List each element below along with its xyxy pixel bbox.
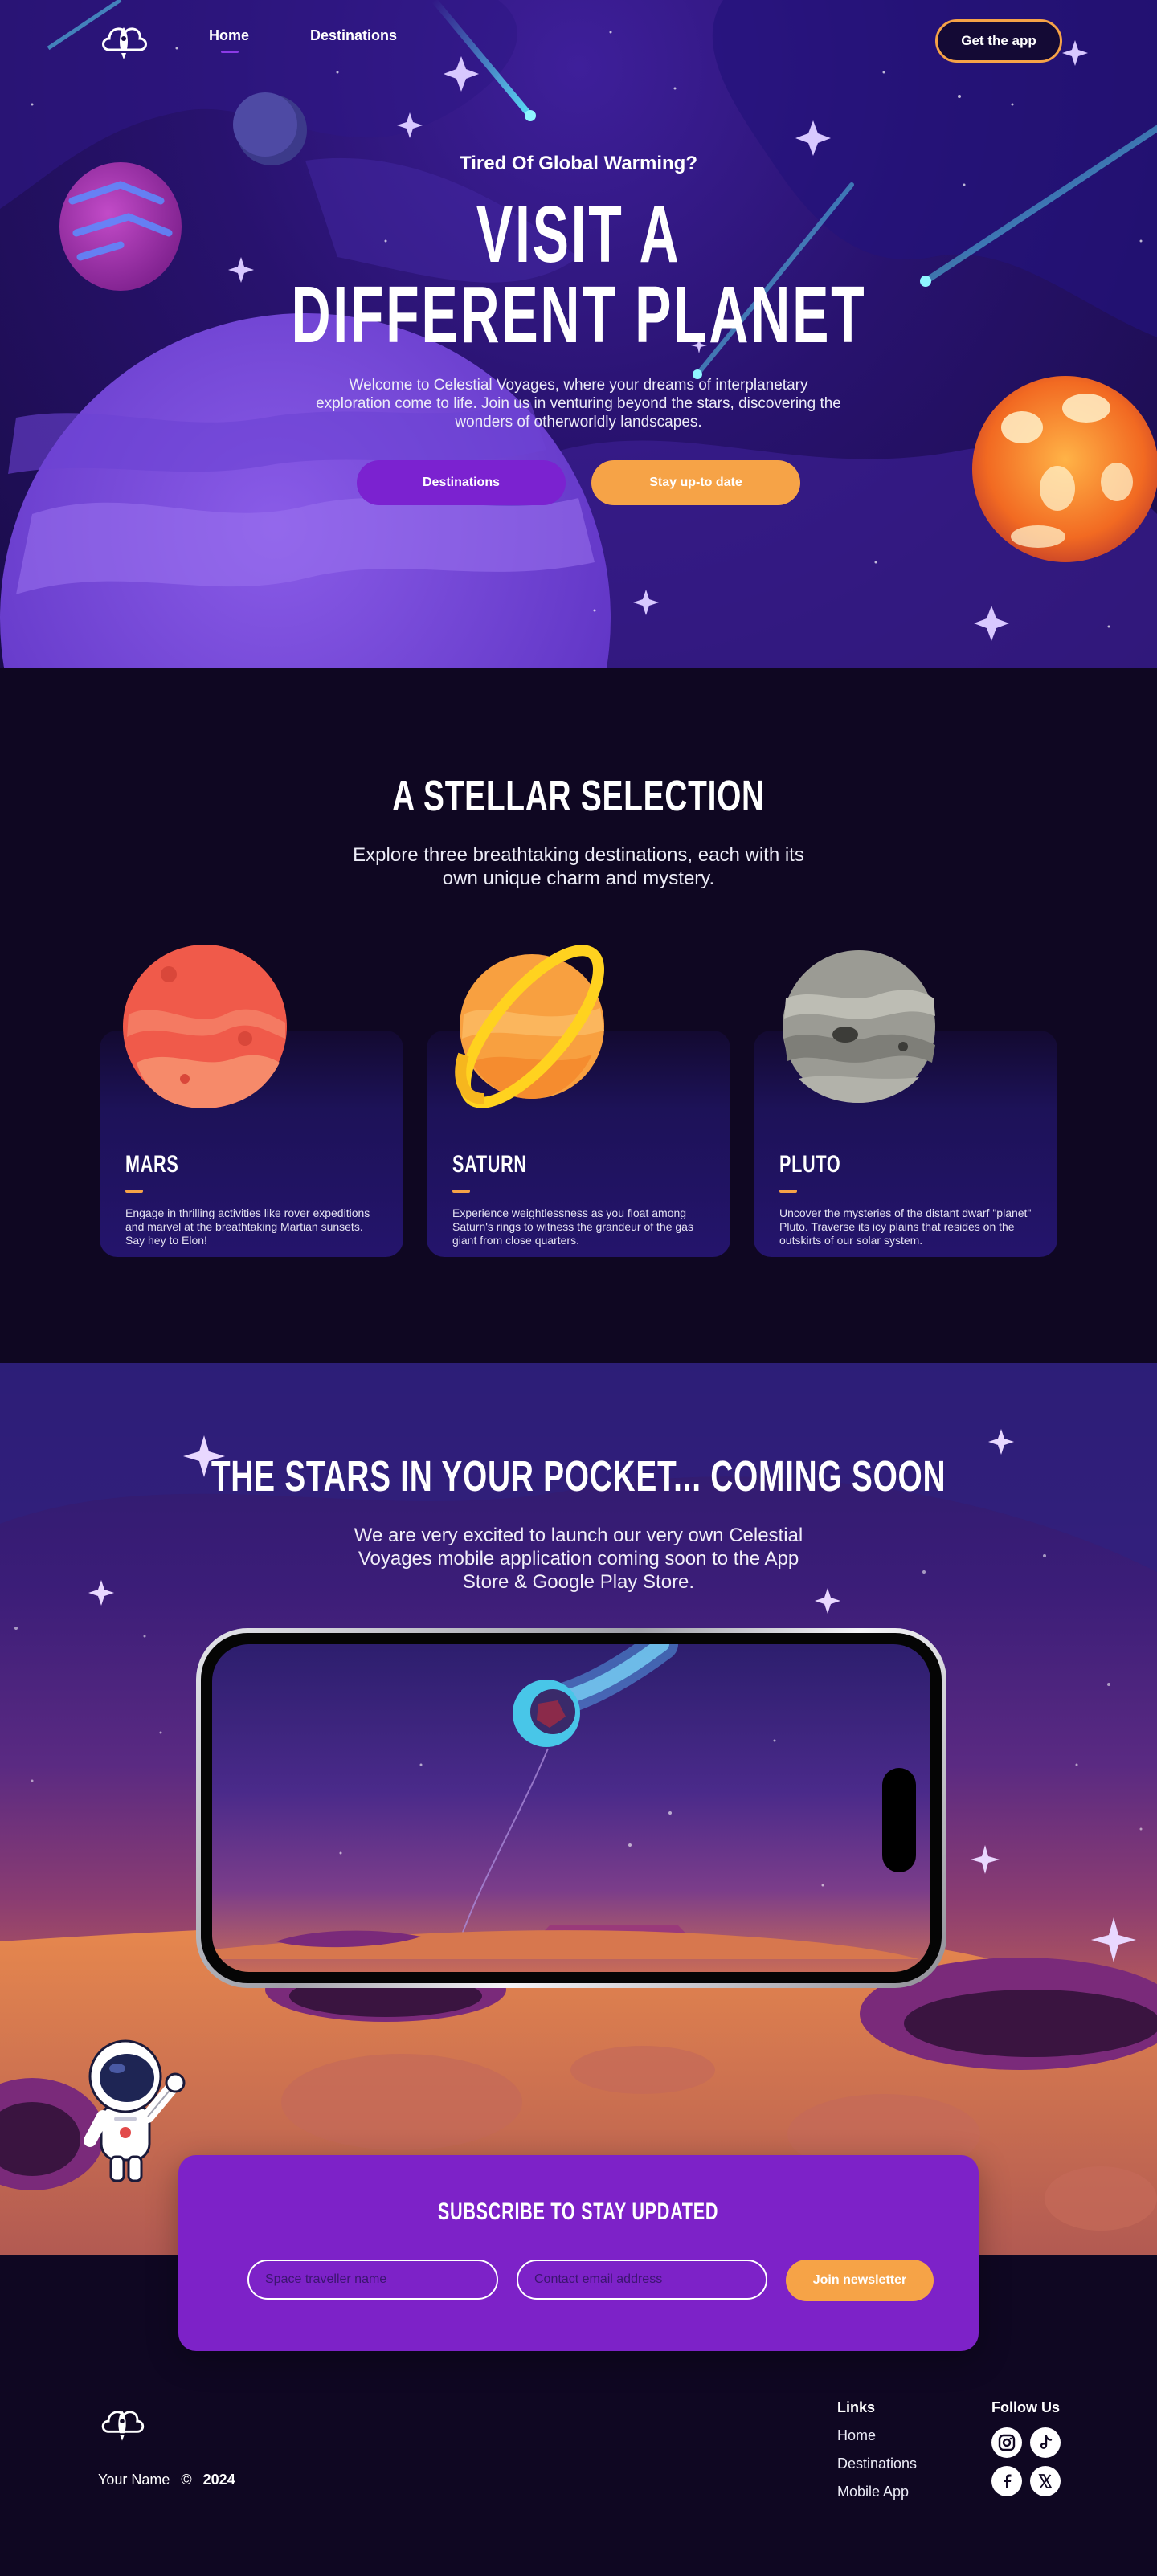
footer-link-mobile-app[interactable]: Mobile App — [837, 2484, 917, 2500]
footer-link-destinations[interactable]: Destinations — [837, 2456, 917, 2472]
saturn-title: SATURN — [452, 1151, 527, 1178]
card-accent-bar — [779, 1190, 797, 1193]
hero-content: Tired Of Global Warming? VISIT A DIFFERE… — [0, 153, 1157, 505]
x-icon[interactable] — [1030, 2466, 1061, 2496]
join-newsletter-button[interactable]: Join newsletter — [786, 2260, 934, 2301]
top-navigation: Home Destinations Get the app — [0, 0, 1157, 74]
selection-title-text: A STELLAR SELECTION — [392, 772, 765, 820]
hero-description: Welcome to Celestial Voyages, where your… — [316, 377, 841, 431]
hero-section: Home Destinations Get the app Tired Of G… — [0, 0, 1157, 668]
destinations-button[interactable]: Destinations — [357, 460, 566, 505]
coming-soon-title: THE STARS IN YOUR POCKET... COMING SOON — [0, 1451, 1157, 1501]
meteor-screen-illustration — [212, 1644, 919, 1959]
card-title: SATURN — [452, 1151, 556, 1178]
email-input[interactable] — [517, 2260, 767, 2300]
hero-title: VISIT A DIFFERENT PLANET — [0, 194, 1157, 355]
newsletter-title-text: SUBSCRIBE TO STAY UPDATED — [438, 2198, 719, 2225]
card-accent-bar — [125, 1190, 143, 1193]
phone-screen — [212, 1644, 930, 1972]
pluto-title: PLUTO — [779, 1151, 841, 1178]
mars-title: MARS — [125, 1151, 179, 1178]
card-accent-bar — [452, 1190, 470, 1193]
links-heading: Links — [837, 2399, 876, 2415]
dynamic-island — [882, 1768, 916, 1872]
selection-subtitle: Explore three breathtaking destinations,… — [0, 843, 1157, 890]
coming-soon-description-text: We are very excited to launch our very o… — [354, 1525, 803, 1593]
selection-title: A STELLAR SELECTION — [0, 771, 1157, 821]
card-title: MARS — [125, 1151, 199, 1178]
rocket-logo-icon[interactable] — [98, 18, 149, 64]
destination-card-mars[interactable]: MARS Engage in thrilling activities like… — [100, 945, 403, 1257]
traveller-name-input[interactable] — [247, 2260, 498, 2300]
facebook-icon[interactable] — [991, 2466, 1022, 2496]
footer-links: Links Home Destinations Mobile App — [837, 2399, 917, 2512]
mobile-app-phone-mockup — [196, 1628, 946, 1988]
coming-soon-section: THE STARS IN YOUR POCKET... COMING SOON … — [0, 1363, 1157, 2255]
footer-link-home[interactable]: Home — [837, 2427, 917, 2444]
card-description: Experience weightlessness as you float a… — [452, 1206, 693, 1247]
footer: SUBSCRIBE TO STAY UPDATED Join newslette… — [0, 2155, 1157, 2576]
hero-eyebrow: Tired Of Global Warming? — [459, 153, 697, 174]
phone-bezel — [201, 1633, 942, 1983]
nav-active-indicator — [221, 51, 239, 53]
copyright-line: Your Name © 2024 — [98, 2472, 235, 2488]
nav-destinations-link[interactable]: Destinations — [310, 27, 397, 44]
destination-card-pluto[interactable]: PLUTO Uncover the mysteries of the dista… — [754, 950, 1057, 1257]
hero-title-line-2: DIFFERENT PLANET — [291, 270, 866, 360]
nav-home-link[interactable]: Home — [209, 27, 249, 44]
card-description: Uncover the mysteries of the distant dwa… — [779, 1206, 1032, 1247]
get-the-app-button[interactable]: Get the app — [935, 19, 1062, 63]
destination-card-saturn[interactable]: SATURN Experience weightlessness as you … — [427, 945, 730, 1257]
coming-soon-description: We are very excited to launch our very o… — [0, 1524, 1157, 1594]
hero-buttons: Destinations Stay up-to date — [0, 460, 1157, 505]
copyright-icon: © — [181, 2472, 192, 2488]
hero-title-line-1: VISIT A — [476, 190, 681, 280]
astronaut-illustration — [84, 2039, 186, 2182]
instagram-icon[interactable] — [991, 2427, 1022, 2458]
card-description: Engage in thrilling activities like rove… — [125, 1206, 370, 1247]
tiktok-icon[interactable] — [1030, 2427, 1061, 2458]
stay-up-to-date-button[interactable]: Stay up-to date — [591, 460, 800, 505]
newsletter-title: SUBSCRIBE TO STAY UPDATED — [178, 2198, 979, 2226]
coming-soon-title-text: THE STARS IN YOUR POCKET... COMING SOON — [211, 1452, 946, 1500]
card-title: PLUTO — [779, 1151, 865, 1178]
social-icons — [991, 2427, 1061, 2496]
newsletter-panel: SUBSCRIBE TO STAY UPDATED Join newslette… — [178, 2155, 979, 2351]
copyright-year: 2024 — [202, 2472, 235, 2488]
mars-planet-icon — [123, 945, 287, 1108]
saturn-planet-icon — [455, 945, 605, 1108]
pluto-planet-icon — [783, 950, 935, 1103]
follow-heading: Follow Us — [991, 2399, 1060, 2415]
footer-rocket-logo-icon[interactable] — [98, 2401, 146, 2446]
destinations-section: A STELLAR SELECTION Explore three breath… — [0, 668, 1157, 1363]
selection-subtitle-text: Explore three breathtaking destinations,… — [353, 844, 804, 889]
owner-name: Your Name — [98, 2472, 170, 2488]
footer-social: Follow Us — [991, 2399, 1061, 2496]
